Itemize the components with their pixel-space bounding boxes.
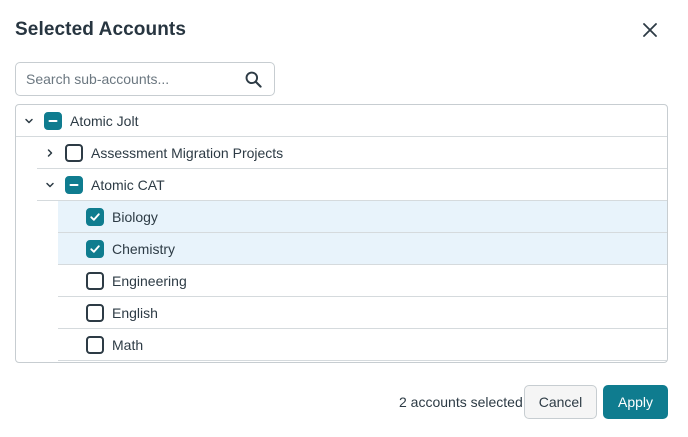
chevron-down-icon[interactable] <box>23 115 35 127</box>
minus-icon <box>69 183 79 186</box>
selected-count-text: 2 accounts selected <box>399 394 523 410</box>
tree-row-atomic-jolt[interactable]: Atomic Jolt <box>16 105 667 137</box>
tree-row-atomic-cat[interactable]: Atomic CAT <box>37 169 667 201</box>
tree-row-label: English <box>112 304 158 321</box>
checkbox-engineering[interactable] <box>86 271 104 290</box>
checkbox-math[interactable] <box>86 335 104 354</box>
checkbox-atomic-jolt[interactable] <box>44 111 62 130</box>
close-icon <box>643 23 657 37</box>
search-field[interactable] <box>15 62 275 96</box>
tree-row-engineering[interactable]: Engineering <box>58 265 667 297</box>
search-input[interactable] <box>16 63 236 95</box>
checkbox-chemistry[interactable] <box>86 239 104 258</box>
check-icon <box>90 212 100 221</box>
tree-row-english[interactable]: English <box>58 297 667 329</box>
minus-icon <box>48 119 58 122</box>
dialog-title: Selected Accounts <box>15 19 186 40</box>
tree-row-math[interactable]: Math <box>58 329 667 361</box>
tree-row-assessment-migration-projects[interactable]: Assessment Migration Projects <box>37 137 667 169</box>
checkbox-assessment-migration-projects[interactable] <box>65 143 83 162</box>
tree-row-label: Atomic CAT <box>91 176 165 193</box>
tree-row-label: Math <box>112 336 144 353</box>
tree-row-label: Atomic Jolt <box>70 112 139 129</box>
tree-row-label: Biology <box>112 208 158 225</box>
chevron-down-icon[interactable] <box>44 179 56 191</box>
search-icon[interactable] <box>245 71 262 88</box>
apply-button[interactable]: Apply <box>603 385 668 419</box>
close-button[interactable] <box>640 20 660 40</box>
check-icon <box>90 244 100 253</box>
tree-row-chemistry[interactable]: Chemistry <box>58 233 667 265</box>
tree-row-label: Chemistry <box>112 240 176 257</box>
tree-row-label: Assessment Migration Projects <box>91 144 284 161</box>
chevron-right-icon[interactable] <box>44 147 56 159</box>
cancel-button[interactable]: Cancel <box>524 385 597 419</box>
tree-row-label: Engineering <box>112 272 187 289</box>
tree-row-biology[interactable]: Biology <box>58 201 667 233</box>
checkbox-atomic-cat[interactable] <box>65 175 83 194</box>
account-tree: Atomic Jolt Assessment Migration Project… <box>15 104 668 363</box>
checkbox-english[interactable] <box>86 303 104 322</box>
checkbox-biology[interactable] <box>86 207 104 226</box>
